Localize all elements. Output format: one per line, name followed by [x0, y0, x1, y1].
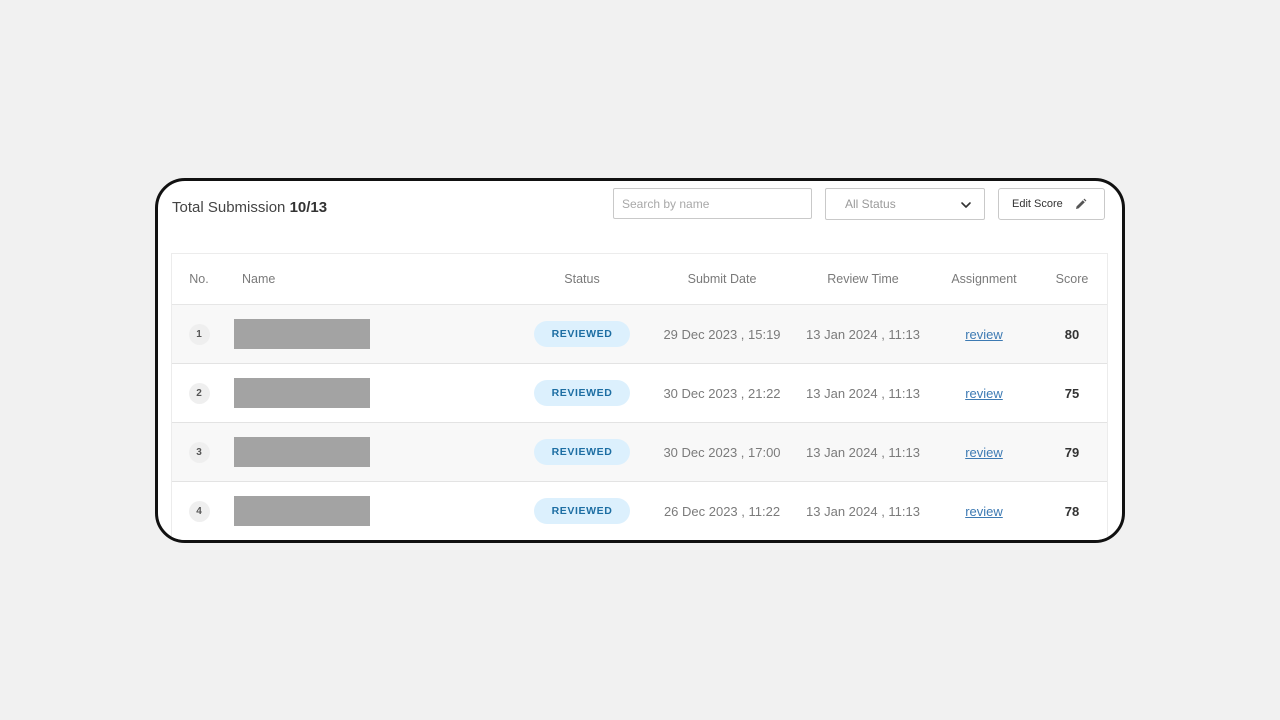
- submission-count: 10/13: [289, 199, 328, 216]
- search-input[interactable]: [613, 188, 812, 219]
- row-number: 3: [188, 441, 210, 463]
- status-badge: REVIEWED: [534, 321, 630, 347]
- status-badge: REVIEWED: [534, 498, 630, 524]
- status-filter-dropdown[interactable]: All Status: [825, 188, 985, 220]
- status-badge: REVIEWED: [534, 439, 630, 465]
- title-prefix: Total Submission: [172, 199, 286, 216]
- submissions-table: No. Name Status Submit Date Review Time …: [171, 253, 1108, 540]
- redacted-name: [234, 319, 370, 349]
- row-number: 4: [188, 500, 210, 522]
- submit-date: 26 Dec 2023 , 11:22: [663, 503, 781, 519]
- submit-date: 30 Dec 2023 , 17:00: [663, 444, 781, 460]
- column-header-score: Score: [1055, 272, 1089, 286]
- table-row: 3 REVIEWED 30 Dec 2023 , 17:00 13 Jan 20…: [172, 423, 1107, 482]
- status-filter-value: All Status: [845, 197, 896, 211]
- score-value: 80: [1064, 326, 1080, 342]
- column-header-name: Name: [242, 272, 276, 286]
- row-number: 1: [188, 323, 210, 345]
- chevron-down-icon: [961, 202, 971, 208]
- score-value: 75: [1064, 385, 1080, 401]
- edit-score-label: Edit Score: [1012, 198, 1063, 210]
- table-header-row: No. Name Status Submit Date Review Time …: [172, 254, 1107, 305]
- submit-date: 29 Dec 2023 , 15:19: [663, 326, 781, 342]
- review-link[interactable]: review: [965, 445, 1003, 460]
- score-value: 78: [1064, 503, 1080, 519]
- column-header-review-time: Review Time: [827, 272, 899, 286]
- review-time: 13 Jan 2024 , 11:13: [806, 444, 920, 460]
- column-header-no: No.: [189, 272, 209, 286]
- review-link[interactable]: review: [965, 386, 1003, 401]
- pencil-icon: [1076, 198, 1087, 209]
- table-row: 1 REVIEWED 29 Dec 2023 , 15:19 13 Jan 20…: [172, 305, 1107, 364]
- table-row: 2 REVIEWED 30 Dec 2023 , 21:22 13 Jan 20…: [172, 364, 1107, 423]
- redacted-name: [234, 496, 370, 526]
- row-number: 2: [188, 382, 210, 404]
- status-badge: REVIEWED: [534, 380, 630, 406]
- edit-score-button[interactable]: Edit Score: [998, 188, 1105, 220]
- submissions-card: Total Submission 10/13 All Status Edit S…: [155, 178, 1125, 543]
- submission-count-title: Total Submission 10/13: [172, 199, 327, 216]
- review-time: 13 Jan 2024 , 11:13: [806, 326, 920, 342]
- review-link[interactable]: review: [965, 327, 1003, 342]
- review-time: 13 Jan 2024 , 11:13: [806, 503, 920, 519]
- table-row: 4 REVIEWED 26 Dec 2023 , 11:22 13 Jan 20…: [172, 482, 1107, 540]
- review-time: 13 Jan 2024 , 11:13: [806, 385, 920, 401]
- submit-date: 30 Dec 2023 , 21:22: [663, 385, 781, 401]
- review-link[interactable]: review: [965, 504, 1003, 519]
- column-header-status: Status: [564, 272, 600, 286]
- score-value: 79: [1064, 444, 1080, 460]
- redacted-name: [234, 437, 370, 467]
- column-header-submit-date: Submit Date: [687, 272, 757, 286]
- column-header-assignment: Assignment: [951, 272, 1017, 286]
- redacted-name: [234, 378, 370, 408]
